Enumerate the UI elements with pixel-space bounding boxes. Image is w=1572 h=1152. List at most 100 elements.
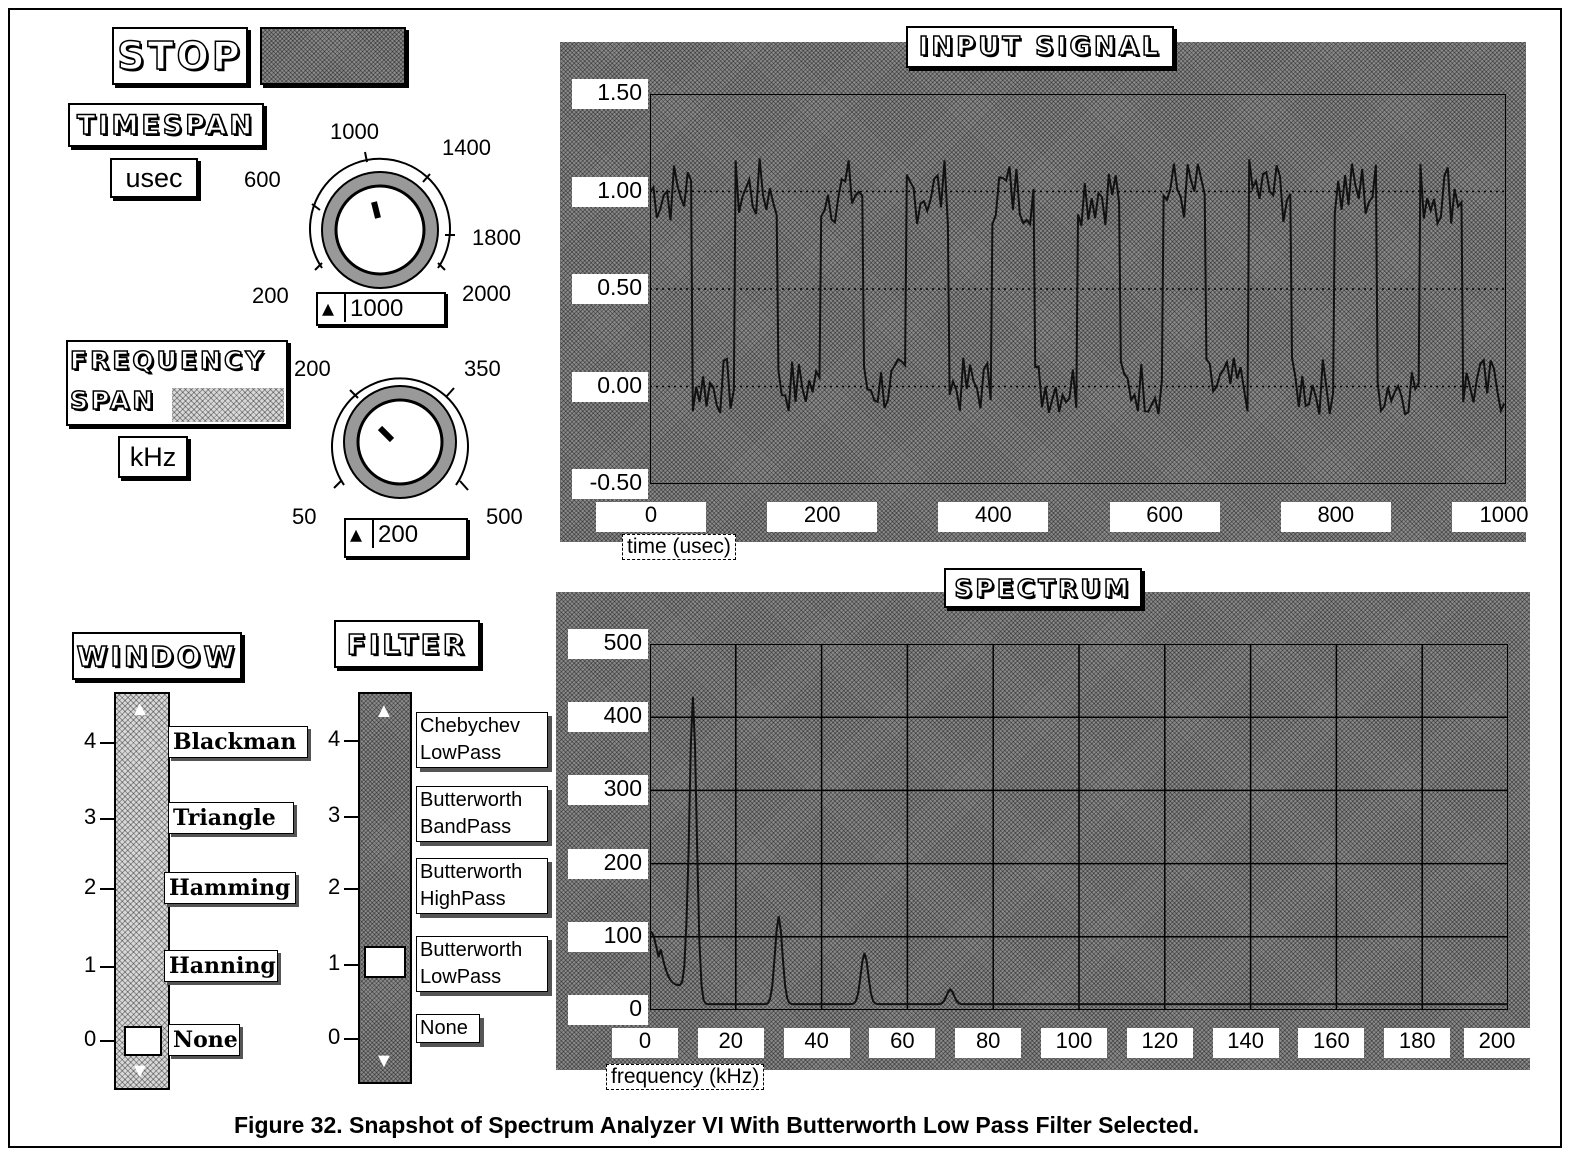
filter-tick-mark [344,816,358,818]
frequency-span-title-line1: FREQUENCY [69,345,267,376]
spectrum-x-tick: 160 [1298,1028,1365,1058]
timespan-unit[interactable]: usec [110,158,198,198]
filter-tick-label: 1 [328,950,341,975]
input-signal-x-tick: 600 [1109,502,1220,532]
timespan-dial-label-2000: 2000 [462,281,511,306]
spectrum-y-tick: 300 [568,775,648,806]
spectrum-xlabel: frequency (kHz) [606,1064,765,1090]
spectrum-y-tick: 100 [568,921,648,952]
spectrum-y-tick: 500 [568,629,648,659]
window-slider-up-arrow-icon[interactable]: ▲ [130,698,150,721]
spectrum-y-tick: 200 [568,848,648,879]
input-signal-y-tick: 0.00 [572,371,648,402]
stop-button[interactable]: STOP [112,27,248,85]
frequency-span-dial[interactable] [310,360,490,510]
frequency-span-unit[interactable]: kHz [118,436,188,478]
input-signal-x-tick: 400 [938,502,1049,532]
spectrum-x-tick: 100 [1041,1028,1107,1058]
input-signal-x-tick: 800 [1280,502,1391,532]
spectrum-y-tick: 400 [568,702,648,733]
window-tick-label: 2 [84,874,97,899]
spectrum-x-tick: 180 [1384,1028,1451,1058]
timespan-dial-label-1400: 1400 [442,135,491,160]
figure-caption: Figure 32. Snapshot of Spectrum Analyzer… [234,1112,1200,1138]
frequency-dial-label-350: 350 [464,356,501,381]
input-signal-title-text: INPUT SIGNAL [918,31,1162,63]
stop-button-label: STOP [117,33,243,79]
spectrum-x-tick: 80 [955,1028,1022,1058]
window-slider-thumb[interactable] [124,1026,162,1056]
filter-tick-mark [344,888,358,890]
input-signal-series-line [650,158,1506,416]
timespan-value-field[interactable]: ▴ 1000 [316,292,446,326]
filter-option-line2: HighPass [420,888,506,910]
stop-indicator [260,27,406,85]
frequency-span-title-line2: SPAN [69,385,157,416]
frequency-dial-label-200: 200 [294,356,331,381]
spectrum-y-tick: 0 [568,995,648,1025]
timespan-dial[interactable] [290,140,490,300]
window-option-blackman[interactable]: Blackman [168,726,308,758]
timespan-dial-label-200: 200 [252,283,289,308]
filter-tick-label: 4 [328,726,341,751]
window-tick-mark [100,888,114,890]
input-signal-x-tick: 200 [767,502,878,532]
frequency-span-title: FREQUENCY SPAN [66,340,288,426]
spectrum-title: SPECTRUM [944,568,1142,608]
spectrum-title-text: SPECTRUM [954,573,1132,604]
spectrum-x-tick: 140 [1212,1028,1279,1058]
timespan-dial-label-600: 600 [244,167,281,192]
window-tick-label: 0 [84,1026,97,1051]
window-option-hanning[interactable]: Hanning [164,950,278,982]
filter-option-none[interactable]: None [416,1014,480,1043]
filter-slider-up-arrow-icon[interactable]: ▲ [374,700,394,723]
spectrum-x-tick: 0 [612,1028,678,1058]
filter-title: FILTER [334,620,480,668]
filter-slider-down-arrow-icon[interactable]: ▼ [374,1050,394,1073]
filter-option-butterworth-highpass[interactable]: Butterworth HighPass [416,858,548,914]
spectrum-x-tick: 20 [697,1028,764,1058]
filter-option-butterworth-lowpass[interactable]: Butterworth LowPass [416,936,548,992]
filter-option-line2: LowPass [420,966,502,988]
input-signal-y-tick: -0.50 [572,469,648,499]
frequency-span-value-field[interactable]: ▴ 200 [344,518,468,558]
window-option-hamming[interactable]: Hamming [164,872,296,904]
window-slider-down-arrow-icon[interactable]: ▼ [130,1060,150,1083]
window-tick-label: 4 [84,728,97,753]
frequency-span-unit-text: kHz [129,442,177,472]
window-tick-mark [100,742,114,744]
spectrum-x-tick: 120 [1126,1028,1193,1058]
spectrum-plot [650,644,1508,1010]
filter-option-line1: Butterworth [420,789,523,811]
input-signal-x-tick: 0 [596,502,706,532]
filter-option-line1: Butterworth [420,861,523,883]
filter-option-chebychev-lowpass[interactable]: Chebychev LowPass [416,712,548,768]
filter-tick-label: 2 [328,874,341,899]
filter-tick-mark [344,964,358,966]
filter-option-line2: LowPass [420,742,502,764]
input-signal-x-tick: 1000 [1452,502,1556,532]
filter-tick-label: 3 [328,802,341,827]
input-signal-xlabel: time (usec) [622,534,736,560]
window-tick-mark [100,1040,114,1042]
filter-slider-track[interactable] [358,692,412,1084]
filter-option-butterworth-bandpass[interactable]: Butterworth BandPass [416,786,548,842]
input-signal-title: INPUT SIGNAL [906,26,1174,68]
frequency-dial-label-50: 50 [292,504,317,529]
increment-decrement-icon[interactable]: ▴ [350,520,374,548]
window-tick-mark [100,818,114,820]
increment-decrement-icon[interactable]: ▴ [322,294,346,322]
filter-tick-mark [344,740,358,742]
filter-title-text: FILTER [346,627,468,662]
filter-option-line2: BandPass [420,816,512,838]
spectrum-x-tick: 200 [1464,1028,1530,1058]
window-title-text: WINDOW [76,639,238,674]
timespan-title-text: TIMESPAN [76,109,256,142]
window-option-triangle[interactable]: Triangle [168,802,294,834]
timespan-dial-label-1000: 1000 [330,119,379,144]
timespan-title: TIMESPAN [68,103,264,147]
input-signal-y-tick: 1.00 [572,176,648,207]
input-signal-y-tick: 0.50 [572,274,648,304]
window-option-none[interactable]: None [168,1024,240,1056]
filter-slider-thumb[interactable] [364,946,406,978]
